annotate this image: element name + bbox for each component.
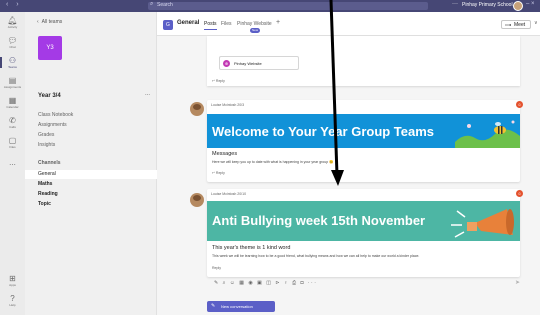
tab-pinhay-website[interactable]: Pinhay Website [237,21,272,27]
title-bar: ‹ › ⌕ Search ··· Pinhay Primary School –… [0,0,540,12]
link-class-notebook[interactable]: Class Notebook [38,112,73,118]
channel-title: General [177,20,200,26]
appbar-assignments[interactable]: ▤ Assignments [0,76,25,89]
author-avatar[interactable] [190,193,204,207]
post-title: Messages [212,151,238,157]
appbar-files[interactable]: ▢ Files [0,136,25,149]
post-meta: Louise Mcintosh 20/10 [211,192,247,196]
post-banner: Anti Bullying week 15th November [207,201,520,241]
tab-files[interactable]: Files [221,21,232,27]
team-name[interactable]: Year 3/4 [38,93,61,99]
chevron-left-icon: ‹ [37,19,39,25]
appbar-activity[interactable]: 🔔︎ Activity [0,16,25,29]
reply-link[interactable]: ↵ Reply [212,79,225,83]
bee-illustration-icon [455,120,520,148]
video-camera-icon: ▭◂ [505,22,511,27]
appbar-apps[interactable]: ⊞ Apps [0,274,25,287]
megaphone-illustration-icon [451,209,514,238]
post-meta: Louise Mcintosh 20/3 [211,103,245,107]
channel-maths[interactable]: Maths [38,181,52,187]
reply-link[interactable]: ↵ Reply [212,171,225,175]
channel-reading[interactable]: Reading [38,191,58,197]
appbar-help[interactable]: ? Help [0,294,25,307]
chat-icon: 💬︎ [7,36,18,45]
banner-text: Welcome to Your Year Group Teams [212,124,435,139]
post-card-pinned: ⊕ Pinhay Website ↵ Reply [207,36,520,86]
banner-text: Anti Bullying week 15th November [212,213,426,228]
team-more-icon[interactable]: ... [145,91,150,97]
reply-icon: ↵ [212,171,215,175]
channel-general[interactable]: General [25,170,157,179]
appbar-calls[interactable]: ✆ Calls [0,116,25,129]
reaction-badge-icon[interactable]: ☺ [516,190,523,197]
link-insights[interactable]: Insights [38,142,55,148]
calendar-icon: ▦ [8,96,17,105]
compose-icon: ✎ [211,303,216,309]
website-icon: ⊕ [223,60,230,67]
post-banner: Welcome to Your Year Group Teams [207,114,520,148]
channel-icon: G [163,20,173,30]
post-body: This week we will be learning how to be … [212,254,420,258]
new-conversation-button[interactable]: ✎ New conversation [207,301,275,312]
meet-chevron-icon[interactable]: ∨ [534,20,538,26]
meet-button[interactable]: ▭◂ Meet [501,20,531,29]
all-teams-link[interactable]: ‹ All teams [37,19,62,25]
reaction-badge-icon[interactable]: ☺ [516,101,523,108]
team-tile[interactable]: Y3 [38,36,62,60]
post-card: Louise Mcintosh 20/10 ☺ Anti Bullying we… [207,189,523,277]
back-forward-arrows-icon[interactable]: ‹ › [6,1,22,8]
apps-icon: ⊞ [9,274,16,283]
help-icon: ? [10,294,15,303]
post-title: This year's theme is 1 kind word [212,245,291,251]
reply-icon: ↵ [212,79,215,83]
app-bar: 🔔︎ Activity 💬︎ Chat ⚇ Teams ▤ Assignment… [0,12,25,315]
profile-avatar[interactable] [513,1,523,11]
bell-icon: 🔔︎ [7,16,18,25]
teams-icon: ⚇ [8,56,17,65]
org-name[interactable]: Pinhay Primary School [462,2,513,8]
reply-link[interactable]: Reply [212,266,221,270]
post-body: Here we will keep you up to date with wh… [212,160,334,164]
add-tab-button[interactable]: + [276,19,280,26]
new-badge: New [250,28,260,33]
channel-header: G General Posts Files Pinhay Website New… [157,12,540,36]
more-options-icon[interactable]: ··· [452,1,458,7]
search-icon: ⌕ [150,1,154,7]
appbar-chat[interactable]: 💬︎ Chat [0,36,25,49]
link-grades[interactable]: Grades [38,132,54,138]
appbar-more[interactable]: ... [0,158,25,167]
posts-feed: ⊕ Pinhay Website ↵ Reply Louise Mcintosh… [157,36,540,315]
search-input[interactable]: ⌕ Search [148,1,428,10]
author-avatar[interactable] [190,102,204,116]
post-card: Louise Mcintosh 20/3 ☺ Welcome to Your Y… [207,100,523,182]
tab-posts[interactable]: Posts [204,21,217,30]
appbar-calendar[interactable]: ▦ Calendar [0,96,25,109]
teams-sidebar: ‹ All teams Y3 Year 3/4 ... Class Noteboo… [25,12,157,315]
ellipsis-icon: ... [9,158,16,167]
files-icon: ▢ [8,136,17,145]
composer-toolbar[interactable]: ✎ ⌕ ☺ ▦ ◉ ▣ ◫ ⊳ ♀ ⎙ ◘ ··· [214,280,317,286]
channels-heading: Channels [38,160,61,166]
pinned-tab-card[interactable]: ⊕ Pinhay Website [219,56,299,70]
send-icon[interactable]: ➤ [515,279,520,286]
channel-topic[interactable]: Topic [38,201,51,207]
assignments-icon: ▤ [8,76,17,85]
phone-icon: ✆ [9,116,16,125]
link-assignments[interactable]: Assignments [38,122,67,128]
window-controls[interactable]: – × [526,1,535,7]
search-placeholder: Search [157,2,173,8]
appbar-teams[interactable]: ⚇ Teams [0,56,25,69]
